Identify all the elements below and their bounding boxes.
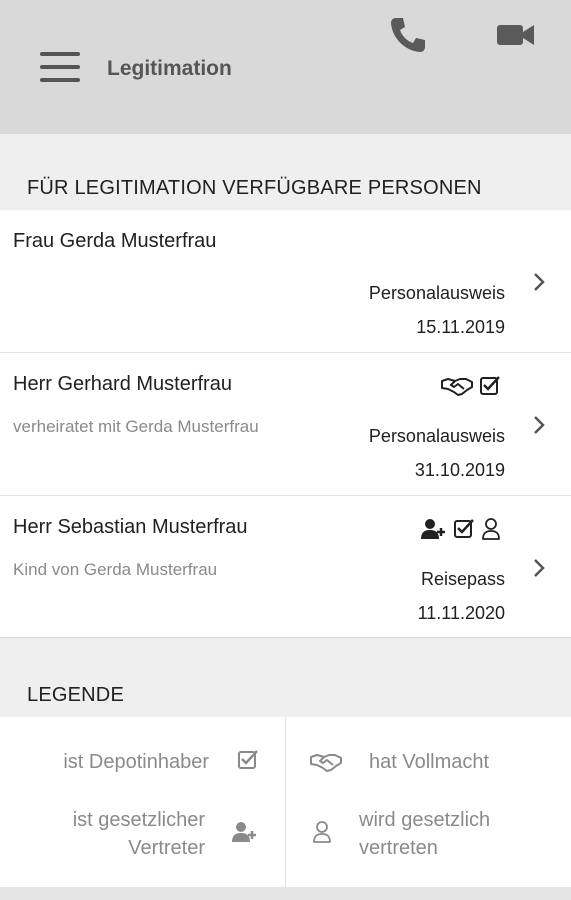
legend-label-vertreter-line2: Vertreter bbox=[128, 837, 205, 859]
legend-label-vertreten-line1: wird gesetzlich bbox=[359, 809, 491, 831]
app-bar: Legitimation bbox=[0, 0, 571, 134]
legend-label-depotinhaber: ist Depotinhaber bbox=[63, 751, 209, 773]
handshake-icon bbox=[310, 754, 342, 772]
document-date: 11.11.2020 bbox=[417, 603, 505, 623]
person-row-sebastian[interactable]: Herr Sebastian Musterfrau Kind von Gerda… bbox=[0, 496, 571, 638]
phone-icon[interactable] bbox=[388, 15, 428, 55]
page-title: Legitimation bbox=[107, 57, 232, 80]
legend-divider bbox=[285, 717, 286, 887]
document-type: Personalausweis bbox=[368, 283, 505, 303]
legend-label-vollmacht: hat Vollmacht bbox=[369, 751, 490, 773]
chevron-right-icon bbox=[534, 416, 545, 434]
checkbox-icon bbox=[454, 519, 474, 538]
menu-icon[interactable] bbox=[40, 52, 82, 86]
person-name: Frau Gerda Musterfrau bbox=[13, 230, 217, 252]
legend-label-vertreter-line1: ist gesetzlicher bbox=[72, 809, 205, 831]
person-name: Herr Sebastian Musterfrau bbox=[13, 516, 248, 538]
legend-label-vertreten-line2: vertreten bbox=[359, 837, 438, 859]
person-row-gerhard[interactable]: Herr Gerhard Musterfrau verheiratet mit … bbox=[0, 353, 571, 496]
person-outline-icon bbox=[482, 518, 500, 540]
document-date: 31.10.2019 bbox=[414, 460, 505, 480]
legend-label-vertreten: wird gesetzlich vertreten bbox=[359, 806, 490, 862]
checkbox-icon bbox=[480, 376, 500, 395]
user-plus-icon bbox=[232, 822, 256, 842]
person-relation: Kind von Gerda Musterfrau bbox=[13, 560, 218, 579]
document-type: Personalausweis bbox=[368, 426, 505, 446]
person-outline-icon bbox=[313, 821, 331, 843]
document-type: Reisepass bbox=[420, 569, 505, 589]
legend-panel: ist Depotinhaber hat Vollmacht ist geset… bbox=[0, 717, 571, 887]
legend-label-vertreter: ist gesetzlicher Vertreter bbox=[73, 806, 205, 862]
person-name: Herr Gerhard Musterfrau bbox=[13, 373, 232, 395]
user-plus-icon bbox=[421, 519, 445, 539]
handshake-icon bbox=[441, 378, 473, 396]
person-status-icons bbox=[441, 373, 501, 399]
section-title-persons: FÜR LEGITIMATION VERFÜGBARE PERSONEN bbox=[27, 177, 482, 199]
person-status-icons bbox=[421, 516, 501, 542]
chevron-right-icon bbox=[534, 273, 545, 291]
chevron-right-icon bbox=[534, 559, 545, 577]
person-list: Frau Gerda Musterfrau Personalausweis 15… bbox=[0, 210, 571, 638]
document-date: 15.11.2019 bbox=[416, 317, 505, 337]
video-camera-icon[interactable] bbox=[497, 22, 535, 48]
checkbox-icon bbox=[238, 750, 258, 769]
person-row-gerda[interactable]: Frau Gerda Musterfrau Personalausweis 15… bbox=[0, 210, 571, 353]
section-title-legend: LEGENDE bbox=[27, 684, 124, 706]
person-relation: verheiratet mit Gerda Musterfrau bbox=[13, 417, 259, 436]
bottom-divider bbox=[0, 887, 571, 900]
